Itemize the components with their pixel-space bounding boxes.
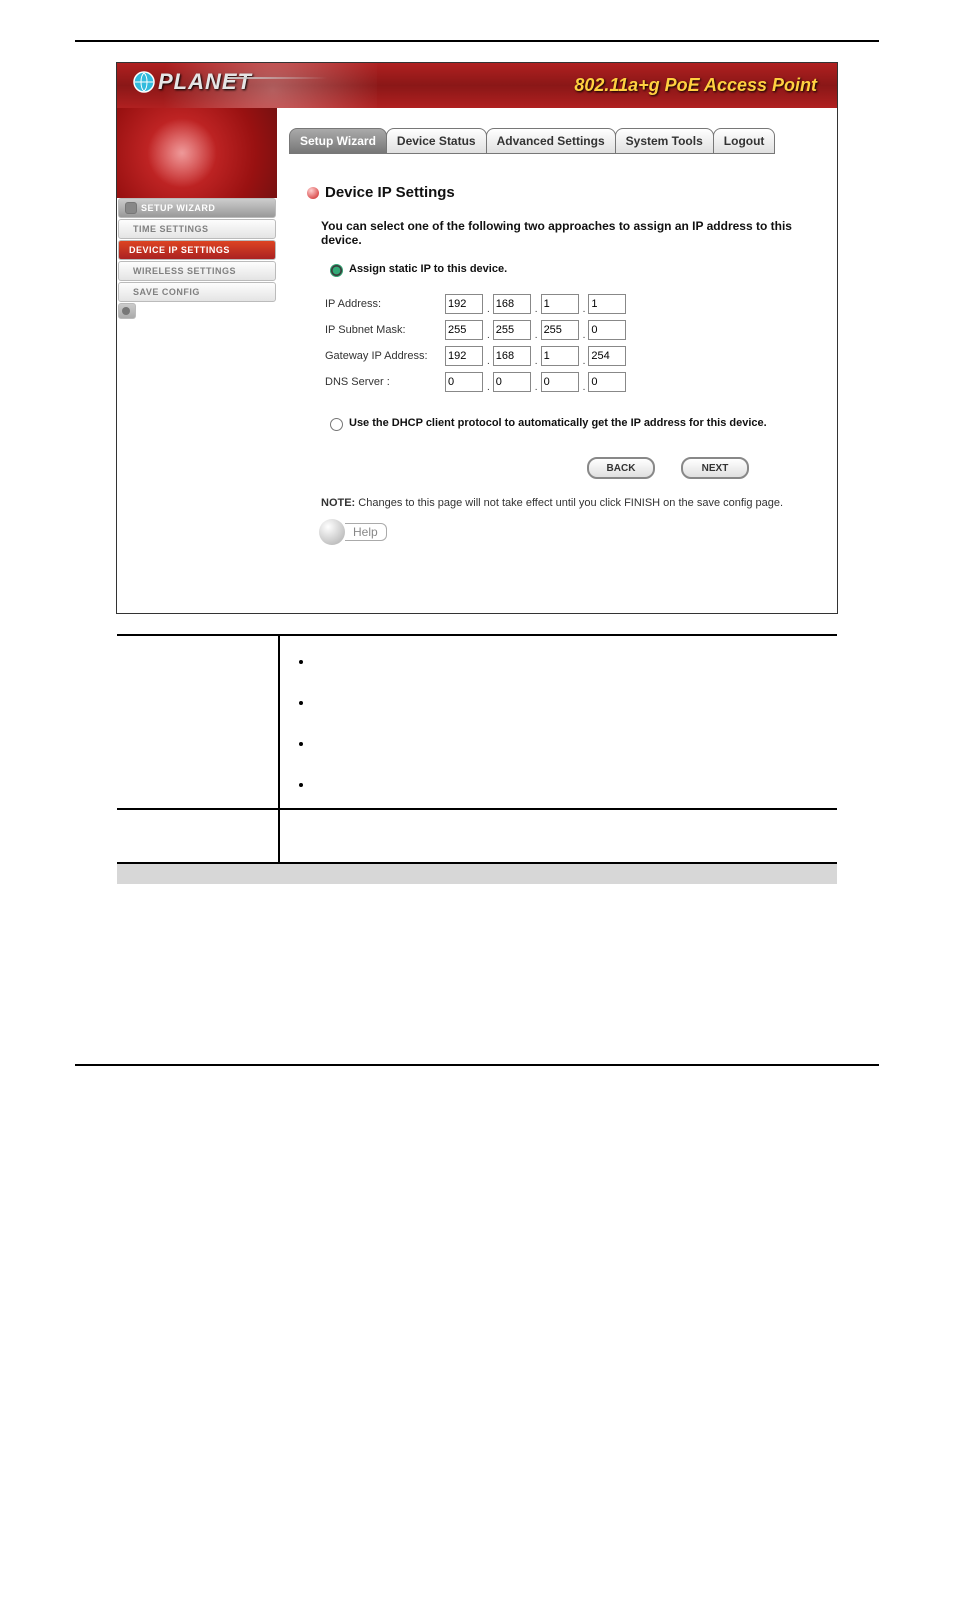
gw-octet-4[interactable] [588,346,626,366]
sidebar-item-wireless-settings[interactable]: Wireless Settings [118,261,276,281]
radio-dhcp-input[interactable] [330,418,343,431]
intro-text: You can select one of the following two … [321,219,805,247]
tab-system-tools[interactable]: System Tools [615,128,714,154]
back-button-label: BACK [607,463,636,474]
options-row2-cell [279,809,837,863]
globe-icon [132,70,156,94]
next-button[interactable]: NEXT [681,457,749,479]
banner-decor-line [227,77,327,79]
tab-setup-wizard[interactable]: Setup Wizard [289,128,387,154]
sidebar-item-label: Wireless Settings [133,266,236,276]
main-content: Setup Wizard Device Status Advanced Sett… [277,108,837,613]
ip-octet-3[interactable] [541,294,579,314]
next-button-label: NEXT [702,463,729,474]
tab-logout[interactable]: Logout [713,128,776,154]
tab-advanced-settings[interactable]: Advanced Settings [486,128,616,154]
mask-octet-3[interactable] [541,320,579,340]
dns-octet-2[interactable] [493,372,531,392]
note-body: Changes to this page will not take effec… [355,497,783,509]
sidebar-item-device-ip-settings[interactable]: Device IP Settings [118,240,276,260]
gw-octet-2[interactable] [493,346,531,366]
brand-name: PLANET [158,69,252,95]
tab-label: Setup Wizard [300,134,376,148]
ip-octet-1[interactable] [445,294,483,314]
gw-octet-1[interactable] [445,346,483,366]
mask-octet-4[interactable] [588,320,626,340]
ip-address-label: IP Address: [325,298,445,310]
radio-dhcp-label: Use the DHCP client protocol to automati… [349,417,767,429]
sidebar-hero-image [117,108,277,198]
dns-label: DNS Server : [325,376,445,388]
tab-label: Logout [724,134,765,148]
radio-static-input[interactable] [330,264,343,277]
sidebar-item-label: Setup Wizard [141,203,215,213]
note-prefix: NOTE: [321,497,355,509]
options-row1-label [117,635,279,809]
radio-static[interactable]: Assign static IP to this device. [325,261,825,277]
help[interactable]: Help [319,519,825,545]
sidebar-item-stub [118,303,136,319]
sidebar-item-label: Device IP Settings [129,245,230,255]
back-button[interactable]: BACK [587,457,655,479]
banner: PLANET 802.11a+g PoE Access Point [117,63,837,108]
options-bullet [314,777,829,792]
ip-settings-grid: IP Address: . . . IP Subnet Mask: . . . [325,291,825,395]
ip-octet-2[interactable] [493,294,531,314]
options-bullet [314,654,829,669]
options-row1-cell [279,635,837,809]
brand-logo: PLANET [132,69,252,95]
dns-octet-1[interactable] [445,372,483,392]
options-row2-label [117,809,279,863]
help-label: Help [345,523,387,541]
options-bullet [314,736,829,751]
radio-dhcp[interactable]: Use the DHCP client protocol to automati… [325,415,825,431]
gateway-label: Gateway IP Address: [325,350,445,362]
section-heading: Device IP Settings [307,184,825,201]
red-dot-icon [307,187,319,199]
tab-label: Device Status [397,134,476,148]
note-text: NOTE: Changes to this page will not take… [321,497,785,509]
options-bullet [314,695,829,710]
tab-device-status[interactable]: Device Status [386,128,487,154]
radio-static-label: Assign static IP to this device. [349,263,507,275]
sidebar-menu: Setup Wizard Time Settings Device IP Set… [117,198,277,319]
tab-label: Advanced Settings [497,134,605,148]
mask-octet-2[interactable] [493,320,531,340]
sidebar-item-label: Save Config [133,287,200,297]
sidebar-item-save-config[interactable]: Save Config [118,282,276,302]
gw-octet-3[interactable] [541,346,579,366]
sidebar-item-time-settings[interactable]: Time Settings [118,219,276,239]
options-table [117,634,837,864]
tab-label: System Tools [626,134,703,148]
tab-bar: Setup Wizard Device Status Advanced Sett… [289,128,825,154]
grey-bar [117,864,837,884]
subnet-mask-label: IP Subnet Mask: [325,324,445,336]
banner-title: 802.11a+g PoE Access Point [574,75,817,96]
sidebar: Setup Wizard Time Settings Device IP Set… [117,108,277,613]
router-ui-screenshot: PLANET 802.11a+g PoE Access Point Setup … [116,62,838,614]
mask-octet-1[interactable] [445,320,483,340]
page-title: Device IP Settings [325,184,455,201]
dns-octet-3[interactable] [541,372,579,392]
ip-octet-4[interactable] [588,294,626,314]
dns-octet-4[interactable] [588,372,626,392]
sidebar-item-setup-wizard[interactable]: Setup Wizard [118,198,276,218]
sidebar-item-label: Time Settings [133,224,209,234]
help-ball-icon [319,519,345,545]
wizard-nav: BACK NEXT [289,457,749,479]
